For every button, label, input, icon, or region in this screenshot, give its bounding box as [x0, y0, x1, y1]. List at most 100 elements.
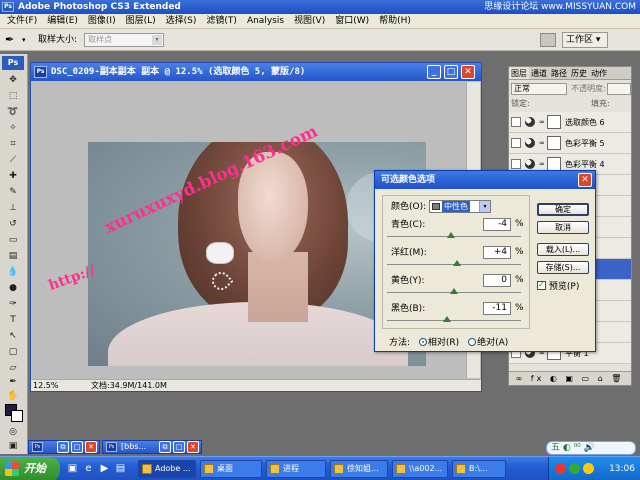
show-desktop-icon[interactable]: ▣ [66, 462, 79, 475]
dodge-tool-icon[interactable]: ● [6, 282, 20, 294]
taskbar-task[interactable]: Adobe ... [138, 460, 196, 478]
taskbar-task[interactable]: \\a002... [392, 460, 448, 478]
blend-mode-select[interactable]: 正常 [511, 83, 567, 95]
slider-track[interactable] [387, 232, 521, 238]
close-button[interactable]: ✕ [85, 441, 97, 453]
layer-mask-thumbnail[interactable] [547, 157, 561, 171]
tab-paths[interactable]: 路径 [549, 67, 569, 79]
ok-button[interactable]: 确定 [537, 203, 589, 216]
lasso-tool-icon[interactable]: ➰ [6, 106, 20, 118]
slice-tool-icon[interactable]: ⟋ [6, 154, 20, 166]
color-select[interactable]: 中性色 ▾ [429, 200, 491, 213]
sample-size-select[interactable]: 取样点 ▾ [84, 33, 164, 47]
screen-mode-icon[interactable]: ▣ [6, 440, 20, 452]
menu-window[interactable]: 窗口(W) [330, 14, 374, 29]
network-icon[interactable] [569, 463, 580, 474]
document-title-bar[interactable]: Ps DSC_0209-副本副本 副本 @ 12.5% (选取颜色 5, 蒙版/… [31, 63, 481, 81]
chevron-down-icon[interactable]: ▾ [22, 33, 26, 47]
background-color-swatch[interactable] [11, 410, 23, 422]
slider-thumb[interactable] [442, 316, 451, 322]
slider-value-input[interactable]: 0 [483, 274, 511, 287]
slider-value-input[interactable]: +4 [483, 246, 511, 259]
method-absolute-label[interactable]: 绝对(A) [477, 338, 508, 348]
method-relative-label[interactable]: 相对(R) [428, 338, 459, 348]
maximize-button[interactable]: □ [71, 441, 83, 453]
menu-filter[interactable]: 滤镜(T) [201, 14, 242, 29]
eye-icon[interactable] [511, 117, 521, 127]
tab-history[interactable]: 历史 [569, 67, 589, 79]
slider-track[interactable] [387, 288, 521, 294]
media-player-icon[interactable]: ▶ [98, 462, 111, 475]
marquee-tool-icon[interactable]: ⬚ [6, 90, 20, 102]
folder-icon[interactable]: ▤ [114, 462, 127, 475]
maximize-button[interactable]: □ [444, 65, 458, 79]
taskbar-task[interactable]: B:\... [452, 460, 506, 478]
minimized-window-2[interactable]: Ps [bbs... ⧉ □ ✕ [102, 440, 202, 454]
workspace-button[interactable]: 工作区 ▾ [562, 32, 608, 48]
tab-actions[interactable]: 动作 [589, 67, 609, 79]
slider-thumb[interactable] [452, 260, 461, 266]
path-select-tool-icon[interactable]: ↖ [6, 330, 20, 342]
restore-button[interactable]: ⧉ [57, 441, 69, 453]
menu-layer[interactable]: 图层(L) [121, 14, 161, 29]
cancel-button[interactable]: 取消 [537, 221, 589, 234]
layer-mask-thumbnail[interactable] [547, 136, 561, 150]
dialog-title-bar[interactable]: 可选颜色选项 ✕ [375, 171, 595, 189]
blur-tool-icon[interactable]: 💧 [6, 266, 20, 278]
menu-view[interactable]: 视图(V) [289, 14, 330, 29]
start-button[interactable]: 开始 [0, 457, 60, 480]
ps-badge-icon[interactable]: Ps [2, 56, 24, 70]
slider-value-input[interactable]: -11 [483, 302, 511, 315]
menu-help[interactable]: 帮助(H) [374, 14, 416, 29]
menu-select[interactable]: 选择(S) [161, 14, 202, 29]
stamp-tool-icon[interactable]: ⊥ [6, 202, 20, 214]
preview-checkbox[interactable]: 预览(P) [537, 279, 579, 293]
eraser-tool-icon[interactable]: ▭ [6, 234, 20, 246]
eye-icon[interactable] [511, 138, 521, 148]
tab-layers[interactable]: 图层 [509, 67, 529, 79]
magic-wand-tool-icon[interactable]: ✧ [6, 122, 20, 134]
slider-thumb[interactable] [450, 288, 458, 294]
dialog-close-button[interactable]: ✕ [578, 173, 592, 187]
taskbar-task[interactable]: 徐知姐... [330, 460, 388, 478]
menu-analysis[interactable]: Analysis [242, 14, 289, 29]
chain-icon[interactable]: ∞ [539, 139, 545, 147]
gradient-tool-icon[interactable]: ▤ [6, 250, 20, 262]
slider-value-input[interactable]: -4 [483, 218, 511, 231]
menu-image[interactable]: 图像(I) [83, 14, 121, 29]
ime-toolbar[interactable]: 五 ◐ ⁰⁰ 🔊 [546, 441, 636, 455]
bridge-icon[interactable] [540, 33, 556, 47]
minimize-button[interactable]: _ [427, 65, 441, 79]
close-button[interactable]: ✕ [187, 441, 199, 453]
hand-tool-icon[interactable]: ✋ [6, 390, 20, 402]
move-tool-icon[interactable]: ✥ [6, 74, 20, 86]
taskbar-task[interactable]: 进程 [266, 460, 326, 478]
slider-thumb[interactable] [447, 232, 456, 238]
restore-button[interactable]: ⧉ [159, 441, 171, 453]
pen-tool-icon[interactable]: ✑ [6, 298, 20, 310]
layer-row[interactable]: ∞ 选取颜色 6 [509, 112, 631, 133]
history-brush-tool-icon[interactable]: ↺ [6, 218, 20, 230]
slider-track[interactable] [387, 260, 521, 266]
method-relative-radio[interactable] [418, 338, 427, 346]
ie-icon[interactable]: e [82, 462, 95, 475]
volume-icon[interactable] [583, 463, 594, 474]
save-button[interactable]: 存储(S)... [537, 261, 589, 274]
layer-mask-thumbnail[interactable] [547, 115, 561, 129]
zoom-level[interactable]: 12.5% [33, 380, 58, 392]
eyedropper-icon[interactable]: ✒ [5, 33, 21, 47]
menu-edit[interactable]: 编辑(E) [42, 14, 83, 29]
eyedropper-tool-icon[interactable]: ✒ [6, 376, 20, 388]
opacity-input[interactable] [607, 83, 631, 95]
layers-footer-icons[interactable]: ∞ fx ◐ ▣ ▭ ⌂ 🗑 [509, 371, 631, 385]
slider-track[interactable] [387, 316, 521, 322]
taskbar-task[interactable]: 桌面 [200, 460, 262, 478]
layer-row[interactable]: ∞ 色彩平衡 5 [509, 133, 631, 154]
close-button[interactable]: ✕ [461, 65, 475, 79]
tab-channels[interactable]: 通道 [529, 67, 549, 79]
brush-tool-icon[interactable]: ✎ [6, 186, 20, 198]
load-button[interactable]: 载入(L)... [537, 243, 589, 256]
crop-tool-icon[interactable]: ⌗ [6, 138, 20, 150]
eye-icon[interactable] [511, 159, 521, 169]
shape-tool-icon[interactable]: ▢ [6, 346, 20, 358]
